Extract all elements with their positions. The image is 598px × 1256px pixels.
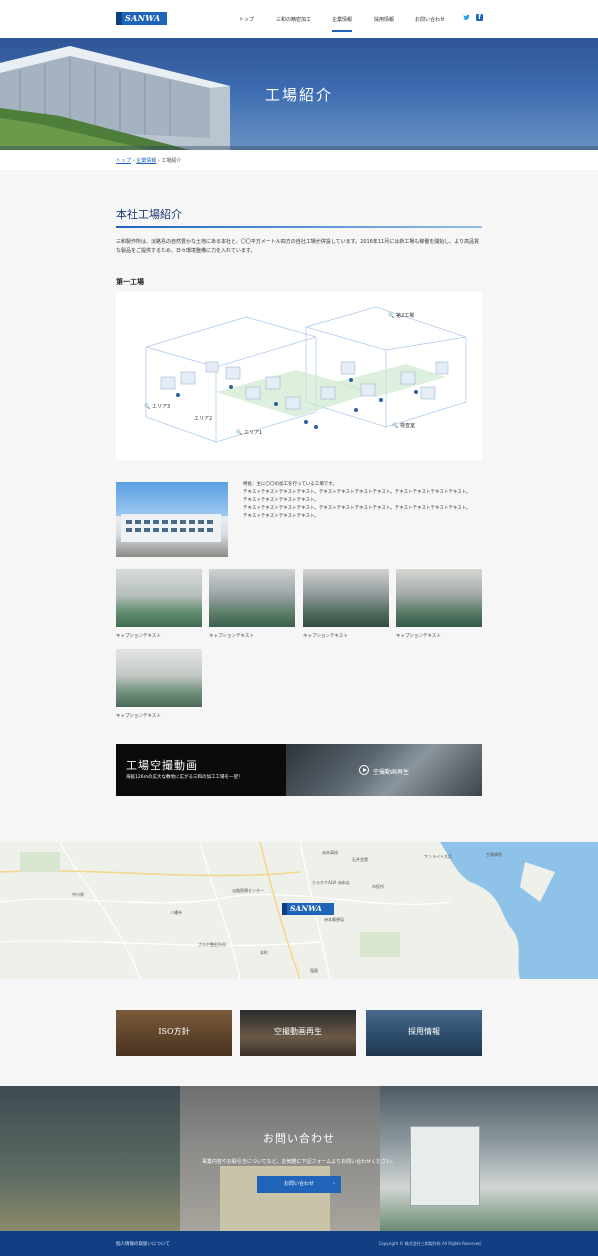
site-header: SANWA トップ 三和の精密加工 企業情報 採用情報 お問い合わせ f (0, 0, 598, 38)
map-label: カラオケALVI 洲本店 (312, 880, 350, 885)
map-label: 淡路医療センター (232, 888, 264, 893)
arrow-right-icon: › (333, 1181, 335, 1187)
map-label: 市役所 (372, 884, 384, 889)
gallery-photo[interactable] (303, 569, 389, 627)
map-label: 洲本郵便局 (324, 917, 344, 922)
feature-line: テキストテキストテキストテキスト。テキストテキストテキストテキスト。テキストテキ… (243, 506, 471, 511)
map-label: 石井会館 (352, 857, 368, 862)
map-label: 塩屋 (310, 968, 318, 973)
gallery-caption: キャプションテキスト (116, 714, 161, 719)
nav-precision[interactable]: 三和の精密加工 (276, 16, 311, 23)
contact-button-label: お問い合わせ (283, 1181, 314, 1187)
map-label: 生陽病院 (486, 852, 502, 857)
recruit-label: 採用情報 (408, 1027, 440, 1036)
privacy-link[interactable]: 個人情報の取扱いについて (116, 1241, 170, 1247)
gallery-photo[interactable] (396, 569, 482, 627)
aerial-video-label: 空撮動画再生 (274, 1027, 322, 1036)
iso-policy-label: ISO方針 (158, 1027, 190, 1036)
gallery-caption: キャプションテキスト (303, 634, 348, 639)
logo[interactable]: SANWA (116, 12, 167, 25)
gallery-photo[interactable] (116, 649, 202, 707)
gallery-caption: キャプションテキスト (396, 634, 441, 639)
map-label-2: エリア2 (194, 416, 212, 422)
factory-heading: 第一工場 (116, 277, 144, 286)
svg-text:🔍: 🔍 (144, 403, 150, 410)
map-label-1: エリア3 (152, 404, 170, 410)
contact-button[interactable]: お問い合わせ › (257, 1176, 341, 1193)
gallery-caption: キャプションテキスト (209, 634, 254, 639)
recruit-link[interactable]: 採用情報 (366, 1010, 482, 1056)
aerial-video-link[interactable]: 空撮動画再生 (240, 1010, 356, 1056)
map-label: サンライト大浜 (424, 854, 452, 859)
contact-title: お問い合わせ (263, 1132, 335, 1145)
factory-layout-diagram: 🔍 第2工場 🔍 エリア3 エリア2 🔍 エリア1 🔍 検査室 (116, 292, 482, 460)
map-label: 本町 (260, 950, 268, 955)
map-label-3: エリア1 (244, 430, 262, 436)
copyright: Copyright © 株式会社三和製作所 All Rights Reserve… (378, 1241, 482, 1246)
pin-text: SANWA (290, 904, 322, 913)
gallery-photo[interactable] (209, 569, 295, 627)
logo-text: SANWA (125, 13, 161, 23)
map-label-4: 検査室 (400, 422, 415, 429)
nav-top[interactable]: トップ (239, 16, 254, 23)
aerial-video-banner[interactable]: 工場空撮動画 海抜126mの広大な敷地に広がる三和の加工工場を一望！ (116, 744, 482, 796)
banner-subtitle: 海抜126mの広大な敷地に広がる三和の加工工場を一望！ (126, 775, 243, 780)
twitter-icon[interactable] (463, 14, 470, 21)
factory-exterior-photo (116, 482, 228, 557)
breadcrumb: トップ › 企業情報 › 工場紹介 (116, 158, 182, 164)
hero-banner: 工場紹介 (0, 38, 598, 150)
map-label: さわや整形外科 (198, 942, 226, 947)
label-factory2: 🔍 (388, 312, 394, 319)
company-map-pin[interactable]: SANWA (282, 903, 334, 915)
breadcrumb-company[interactable]: 企業情報 (136, 158, 156, 164)
nav-recruit[interactable]: 採用情報 (374, 16, 394, 23)
feature-line: テキストテキストテキストテキスト。テキストテキストテキストテキスト。テキストテキ… (243, 490, 471, 495)
map-label: 中川原 (72, 892, 84, 897)
intro-text: 三和製作所は、淡路島の自然豊かな土地にある本社と、〇〇平方メートル四方の自社工場… (116, 239, 480, 254)
site-footer: 個人情報の取扱いについて Copyright © 株式会社三和製作所 All R… (0, 1231, 598, 1256)
facebook-icon[interactable]: f (476, 14, 483, 21)
iso-policy-link[interactable]: ISO方針 (116, 1010, 232, 1056)
factory-features: 特長：主に〇〇の加工を行っている工場です。 テキストテキストテキストテキスト。テ… (243, 481, 483, 521)
feature-line: 特長：主に〇〇の加工を行っている工場です。 (243, 482, 337, 487)
nav-contact[interactable]: お問い合わせ (415, 16, 445, 23)
page-title: 工場紹介 (264, 86, 333, 104)
gallery-caption: キャプションテキスト (116, 634, 161, 639)
contact-text: 事業内容やお取引きについてなど、お気軽に下記フォームよりお問い合わせください。 (201, 1159, 397, 1165)
play-icon[interactable] (359, 765, 369, 775)
play-label[interactable]: 空撮動画再生 (373, 767, 409, 776)
section-title: 本社工場紹介 (116, 208, 182, 221)
map-label-0: 第2工場 (396, 312, 414, 319)
svg-text:🔍: 🔍 (392, 422, 398, 429)
svg-text:🔍: 🔍 (236, 429, 242, 436)
banner-title: 工場空撮動画 (126, 759, 198, 772)
feature-line: テキストテキストテキストテキスト。 (243, 498, 319, 503)
gallery-photo[interactable] (116, 569, 202, 627)
map-label: 洲本高校 (322, 850, 338, 855)
breadcrumb-current: 工場紹介 (161, 158, 182, 164)
map-label: 八幡寺 (170, 910, 182, 915)
feature-line: テキストテキストテキストテキスト。 (243, 514, 319, 519)
breadcrumb-top[interactable]: トップ (116, 158, 131, 164)
nav-company[interactable]: 企業情報 (332, 16, 353, 32)
title-underline (116, 226, 482, 228)
